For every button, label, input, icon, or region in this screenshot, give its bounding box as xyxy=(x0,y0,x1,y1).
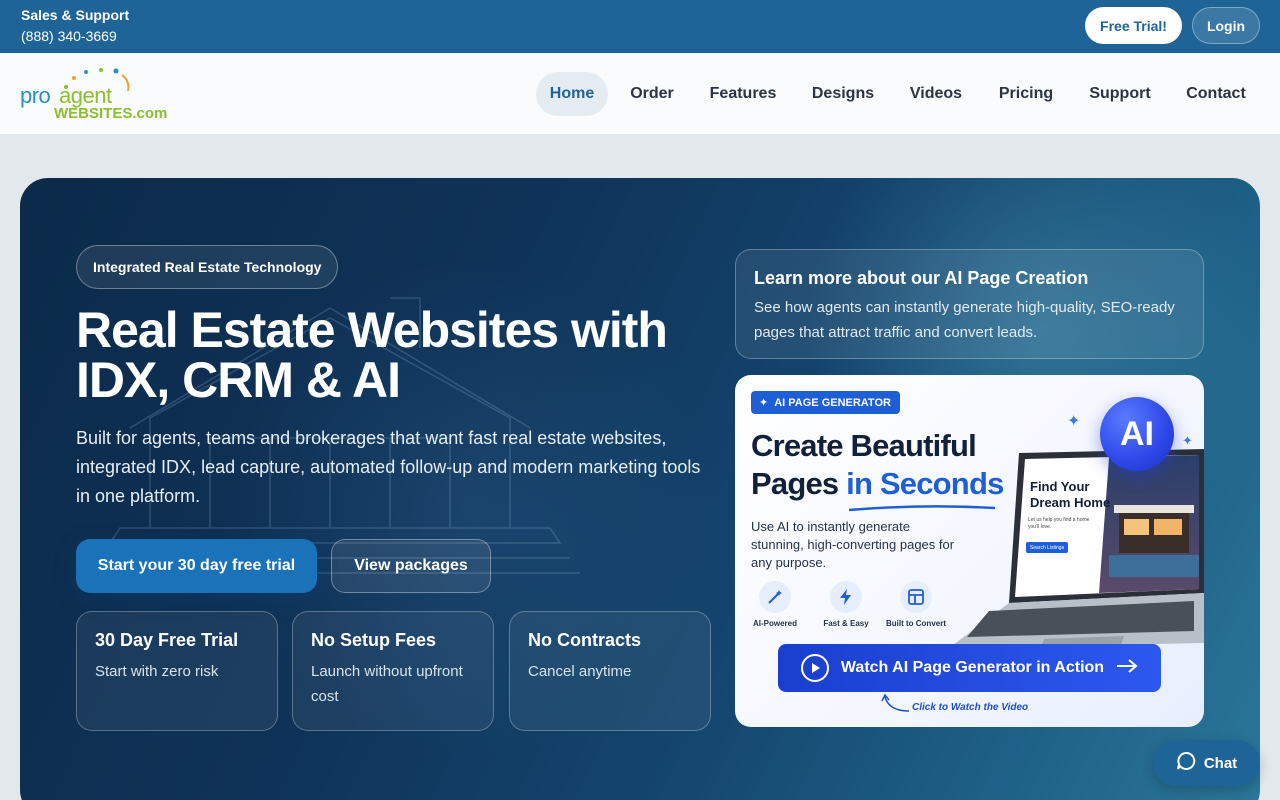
chat-label: Chat xyxy=(1203,754,1238,772)
feature-title: No Setup Fees xyxy=(311,630,437,650)
ai-badge: AI xyxy=(1100,397,1174,471)
ai-page-generator-promo[interactable]: ✦ AI PAGE GENERATOR Create Beautiful Pag… xyxy=(735,375,1204,727)
main-navbar: pro agent WEBSITES.com Home Order Featur… xyxy=(0,53,1280,135)
nav-designs[interactable]: Designs xyxy=(802,72,884,116)
feature-desc: Cancel anytime xyxy=(528,663,632,680)
promo-feature-label: AI-Powered xyxy=(752,619,797,628)
start-trial-button[interactable]: Start your 30 day free trial xyxy=(76,539,317,593)
ai-generator-badge: ✦ AI PAGE GENERATOR xyxy=(751,391,900,414)
sparkle-icon: ✦ xyxy=(1067,413,1081,430)
learn-more-desc: See how agents can instantly generate hi… xyxy=(754,299,1175,341)
promo-headline-line2a: Pages xyxy=(751,466,847,501)
feature-title: No Contracts xyxy=(528,630,642,650)
laptop-screen-title-line2: Dream Home xyxy=(1030,495,1111,510)
click-to-watch-hint[interactable]: Click to Watch the Video xyxy=(912,702,1028,713)
hero-title: Real Estate Websites with IDX, CRM & AI xyxy=(76,305,716,405)
site-logo[interactable]: pro agent WEBSITES.com xyxy=(18,67,178,123)
nav-home[interactable]: Home xyxy=(536,72,608,116)
laptop-illustration xyxy=(949,449,1204,648)
feature-title: 30 Day Free Trial xyxy=(95,630,239,650)
learn-more-title: Learn more about our AI Page Creation xyxy=(754,268,1089,288)
feature-desc: Launch without upfront cost xyxy=(311,663,463,705)
view-packages-button[interactable]: View packages xyxy=(331,539,491,593)
laptop-screen-title-line1: Find Your xyxy=(1030,479,1090,494)
free-trial-button[interactable]: Free Trial! xyxy=(1085,7,1182,44)
arrow-right-icon xyxy=(1116,658,1138,678)
hero-title-line2: IDX, CRM & AI xyxy=(76,352,401,408)
login-button[interactable]: Login xyxy=(1192,7,1260,44)
promo-feature-fast-easy: Fast & Easy xyxy=(811,581,881,628)
lightning-icon xyxy=(830,581,862,613)
logo-websites-text: WEBSITES.com xyxy=(54,105,168,122)
nav-order[interactable]: Order xyxy=(618,72,686,116)
laptop-screen-sub: Let us help you find a home you'll love. xyxy=(1028,517,1090,530)
sparkle-icon: ✦ xyxy=(1182,433,1193,448)
hero-title-line1: Real Estate Websites with xyxy=(76,302,668,358)
logo-pro-text: pro xyxy=(20,83,51,108)
chat-button[interactable]: Chat xyxy=(1153,740,1260,786)
promo-feature-label: Built to Convert xyxy=(886,619,946,628)
magic-wand-icon xyxy=(759,581,791,613)
chat-bubble-icon xyxy=(1176,751,1196,775)
nav-support[interactable]: Support xyxy=(1080,72,1160,116)
laptop-screen-button: Search Listings xyxy=(1026,542,1068,553)
play-icon xyxy=(800,654,829,682)
nav-features[interactable]: Features xyxy=(700,72,786,116)
nav-videos[interactable]: Videos xyxy=(900,72,972,116)
feature-card-no-contracts: No Contracts Cancel anytime xyxy=(509,611,711,731)
hero-lead: Built for agents, teams and brokerages t… xyxy=(76,428,701,506)
sparkle-icon: ✦ xyxy=(759,397,769,409)
layout-icon xyxy=(900,581,932,613)
promo-desc: Use AI to instantly generate stunning, h… xyxy=(751,519,955,570)
feature-desc: Start with zero risk xyxy=(95,663,219,680)
top-bar: Sales & Support (888) 340-3669 Free Tria… xyxy=(0,0,1280,53)
promo-feature-ai-powered: AI-Powered xyxy=(740,581,810,628)
learn-more-card[interactable]: Learn more about our AI Page Creation Se… xyxy=(735,249,1204,359)
nav-pricing[interactable]: Pricing xyxy=(988,72,1064,116)
hero-section: Integrated Real Estate Technology Real E… xyxy=(20,178,1260,800)
laptop-screen-title: Find Your Dream Home xyxy=(1030,479,1115,511)
feature-card-no-setup: No Setup Fees Launch without upfront cos… xyxy=(292,611,494,731)
promo-feature-label: Fast & Easy xyxy=(823,619,869,628)
ai-generator-badge-label: AI PAGE GENERATOR xyxy=(774,396,891,409)
curved-arrow-icon xyxy=(881,693,910,712)
watch-video-label: Watch AI Page Generator in Action xyxy=(840,659,1105,676)
sales-support-label: Sales & Support xyxy=(21,7,130,23)
feature-card-free-trial: 30 Day Free Trial Start with zero risk xyxy=(76,611,278,731)
nav-contact[interactable]: Contact xyxy=(1176,72,1256,116)
hero-tag-pill: Integrated Real Estate Technology xyxy=(76,245,339,289)
phone-number[interactable]: (888) 340-3669 xyxy=(21,28,117,44)
promo-feature-built-to-convert: Built to Convert xyxy=(881,581,951,628)
watch-video-button[interactable]: Watch AI Page Generator in Action xyxy=(778,644,1161,692)
